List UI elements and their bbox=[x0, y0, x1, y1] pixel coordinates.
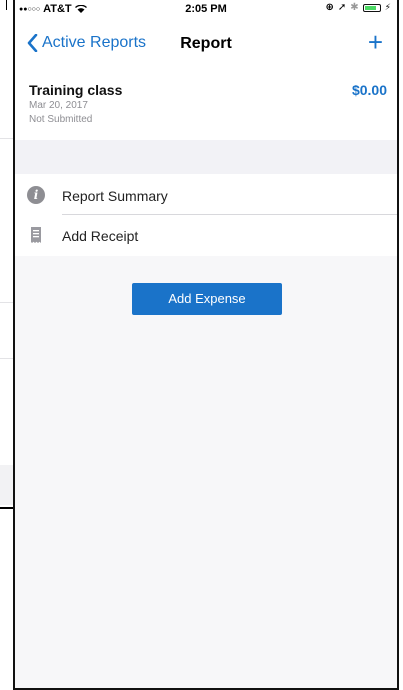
section-separator bbox=[15, 140, 397, 174]
add-receipt-row[interactable]: Add Receipt bbox=[15, 216, 397, 256]
report-name: Training class bbox=[29, 82, 123, 98]
background-divider bbox=[0, 358, 14, 359]
charging-icon: ⚡ bbox=[384, 2, 391, 12]
background-divider bbox=[6, 0, 7, 10]
background-divider bbox=[0, 507, 14, 509]
report-date: Mar 20, 2017 bbox=[29, 100, 88, 111]
location-icon: ➚ bbox=[337, 2, 347, 13]
background-screen-edge bbox=[0, 0, 14, 690]
add-expense-button[interactable]: Add Expense bbox=[132, 283, 282, 315]
battery-icon bbox=[362, 3, 381, 12]
background-divider bbox=[0, 138, 14, 139]
report-summary-label: Report Summary bbox=[62, 188, 168, 204]
back-button-label: Active Reports bbox=[42, 34, 147, 51]
row-divider bbox=[62, 214, 397, 215]
phone-screen: ●●○○○ AT&T 2:05 PM ⊕ ➚ ✱ ⚡ Active Report… bbox=[13, 0, 399, 690]
report-header[interactable]: Training class $0.00 Mar 20, 2017 Not Su… bbox=[15, 78, 397, 138]
chevron-left-icon bbox=[27, 34, 38, 52]
receipt-icon bbox=[31, 227, 41, 243]
navigation-bar: Active Reports Report + bbox=[15, 24, 397, 64]
background-divider bbox=[0, 302, 14, 303]
add-receipt-label: Add Receipt bbox=[62, 228, 139, 244]
bluetooth-icon: ✱ bbox=[350, 2, 359, 13]
status-right: ⊕ ➚ ✱ ⚡ bbox=[326, 2, 392, 13]
background-band bbox=[0, 465, 14, 505]
report-amount: $0.00 bbox=[351, 82, 387, 98]
expense-list-area: Add Expense bbox=[15, 256, 397, 688]
orientation-lock-icon: ⊕ bbox=[325, 2, 334, 13]
report-status: Not Submitted bbox=[29, 114, 93, 125]
back-button[interactable]: Active Reports bbox=[27, 34, 146, 52]
info-icon: i bbox=[27, 186, 45, 204]
status-bar: ●●○○○ AT&T 2:05 PM ⊕ ➚ ✱ ⚡ bbox=[15, 0, 397, 18]
report-summary-row[interactable]: i Report Summary bbox=[15, 176, 397, 216]
add-button[interactable]: + bbox=[368, 29, 383, 55]
